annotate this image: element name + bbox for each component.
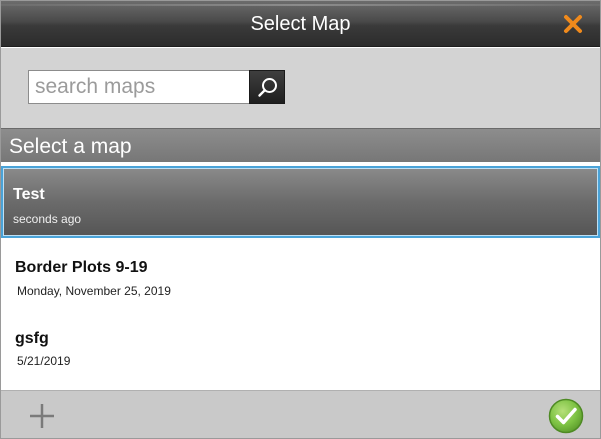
close-button[interactable] bbox=[560, 11, 586, 37]
search-icon bbox=[258, 78, 277, 97]
close-icon bbox=[564, 15, 582, 33]
map-date: Monday, November 25, 2019 bbox=[17, 284, 171, 298]
map-name: Test bbox=[13, 186, 45, 203]
map-list-item[interactable]: Border Plots 9-19 Monday, November 25, 2… bbox=[1, 242, 600, 312]
plus-icon bbox=[30, 404, 54, 428]
map-list: Test seconds ago Border Plots 9-19 Monda… bbox=[1, 162, 600, 390]
select-map-dialog: Select Map Select a map Test seconds ago… bbox=[0, 0, 601, 439]
map-date: 5/21/2019 bbox=[17, 354, 71, 368]
search-button[interactable] bbox=[249, 70, 285, 104]
section-header: Select a map bbox=[1, 128, 600, 162]
search-area bbox=[1, 48, 600, 128]
map-date: seconds ago bbox=[13, 212, 82, 226]
confirm-button[interactable] bbox=[548, 398, 584, 434]
map-list-item[interactable]: gsfg 5/21/2019 bbox=[1, 314, 600, 384]
bottom-bar bbox=[1, 390, 600, 438]
map-name: Border Plots 9-19 bbox=[15, 259, 148, 276]
checkmark-icon bbox=[548, 398, 584, 434]
map-name: gsfg bbox=[15, 330, 49, 347]
dialog-title: Select Map bbox=[250, 13, 351, 35]
search-input[interactable] bbox=[28, 70, 250, 104]
add-map-button[interactable] bbox=[27, 401, 57, 431]
title-bar: Select Map bbox=[1, 1, 600, 47]
map-list-item[interactable]: Test seconds ago bbox=[1, 166, 600, 238]
section-title: Select a map bbox=[9, 135, 132, 158]
